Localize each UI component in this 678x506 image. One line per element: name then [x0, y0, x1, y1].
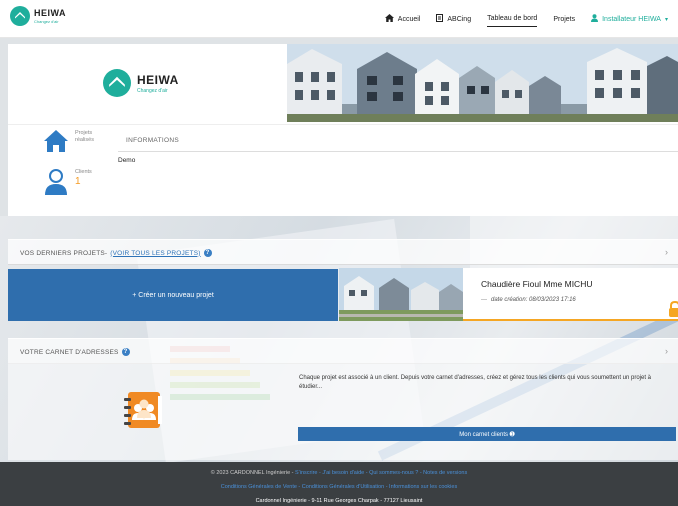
address-book-section-title: VOTRE CARNET D'ADRESSES	[20, 348, 119, 356]
view-all-projects-link[interactable]: (VOIR TOUS LES PROJETS)	[110, 250, 200, 257]
user-menu[interactable]: Installateur HEIWA ▾	[591, 11, 668, 27]
nav-tableau-de-bord[interactable]: Tableau de bord	[487, 11, 538, 27]
nav-projets[interactable]: Projets	[553, 11, 575, 27]
top-navbar: HEIWA Changez d'air Accueil ABCing Table…	[0, 0, 678, 38]
projects-stat-label-2: réalisés	[75, 137, 94, 143]
info-panel: Projets réalisés Clients 1 INFORMATIONS …	[8, 124, 678, 216]
footer-copyright: © 2023 CARDONNEL Ingénierie -	[210, 470, 296, 476]
clients-stat-label: Clients	[75, 169, 92, 175]
nav-links: Accueil ABCing Tableau de bord Projets I…	[369, 0, 668, 38]
help-icon[interactable]: ?	[121, 348, 130, 356]
tab-informations-label: INFORMATIONS	[126, 137, 179, 144]
latest-project-title: Chaudière Fioul Mme MICHU	[481, 279, 593, 289]
clients-stat-value: 1	[75, 176, 81, 187]
nav-tableau-de-bord-label: Tableau de bord	[487, 15, 538, 22]
nav-accueil-label: Accueil	[397, 15, 421, 23]
heiwa-logo-icon	[103, 69, 131, 97]
projects-section-title: VOS DERNIERS PROJETS	[20, 249, 105, 257]
nav-accueil[interactable]: Accueil	[384, 11, 421, 27]
header-logo: HEIWA Changez d'air	[103, 69, 179, 97]
latest-project-date-value: 08/03/2023 17:16	[529, 297, 576, 303]
nav-abcing-label: ABCing	[447, 15, 472, 23]
user-icon	[591, 14, 599, 24]
brand-tagline: Changez d'air	[34, 19, 59, 24]
lock-icon[interactable]	[668, 300, 678, 317]
footer: © 2023 CARDONNEL Ingénierie - S'inscrire…	[0, 462, 678, 506]
footer-links-legal[interactable]: Conditions Générales de Vente - Conditio…	[221, 484, 457, 490]
address-book-panel: Chaque projet est associé à un client. D…	[8, 363, 678, 460]
brand-name: HEIWA	[34, 8, 67, 18]
caret-down-icon: ▾	[664, 16, 668, 23]
nav-projets-label: Projets	[553, 15, 576, 23]
header-band: HEIWA Changez d'air	[8, 44, 678, 124]
document-icon	[436, 14, 444, 24]
chevron-right-icon[interactable]: ›	[665, 247, 668, 257]
clients-stat: Clients 1	[44, 169, 92, 197]
my-clients-button[interactable]: Mon carnet clients ➊	[298, 427, 676, 441]
create-project-button[interactable]: + Créer un nouveau projet	[8, 269, 338, 321]
heiwa-logo-icon	[10, 6, 30, 26]
projects-stat: Projets réalisés	[44, 130, 94, 154]
header-brand-name: HEIWA	[137, 72, 179, 87]
projects-stat-label-1: Projets	[75, 130, 93, 136]
latest-project-date-label: date création:	[491, 297, 528, 303]
projects-section-separator: -	[104, 249, 108, 257]
navbar-brand[interactable]: HEIWA Changez d'air	[10, 6, 66, 26]
projects-section-header[interactable]: VOS DERNIERS PROJETS - (VOIR TOUS LES PR…	[8, 239, 678, 265]
hero-buildings-image	[287, 44, 678, 122]
user-menu-label: Installateur HEIWA	[602, 15, 661, 23]
nav-abcing[interactable]: ABCing	[436, 11, 471, 27]
footer-links-primary[interactable]: S'inscrire - J'ai besoin d'aide - Qui so…	[295, 470, 467, 476]
latest-project-date: — date création: 08/03/2023 17:16	[481, 297, 576, 303]
home-icon	[384, 14, 394, 24]
chevron-right-icon[interactable]: ›	[665, 346, 668, 356]
person-icon	[44, 169, 68, 197]
house-icon	[44, 130, 68, 154]
footer-address: Cardonnel Ingénierie - 9-11 Rue Georges …	[255, 498, 423, 504]
address-book-icon	[124, 390, 164, 432]
address-book-description: Chaque projet est associé à un client. D…	[299, 375, 652, 390]
address-book-section-header[interactable]: VOTRE CARNET D'ADRESSES ? ›	[8, 338, 678, 364]
header-brand-tagline: Changez d'air	[137, 87, 168, 94]
latest-project-card[interactable]: Chaudière Fioul Mme MICHU — date création…	[463, 268, 678, 321]
project-thumbnail-image[interactable]	[339, 268, 463, 321]
info-body: Demo	[118, 157, 136, 164]
help-icon[interactable]: ?	[203, 249, 212, 257]
tab-informations[interactable]: INFORMATIONS	[118, 128, 678, 152]
